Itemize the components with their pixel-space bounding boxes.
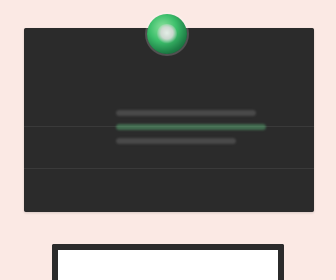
avatar-icon [147, 14, 187, 54]
card-text-line-accent [116, 124, 266, 130]
card-divider-bottom [24, 168, 314, 169]
card-subheading [24, 28, 25, 29]
card-text-line [116, 110, 256, 116]
card-text-line [116, 138, 236, 144]
card-heading [24, 28, 25, 29]
avatar-glyph [157, 24, 177, 44]
bottom-panel [52, 244, 284, 280]
card-text-block [116, 106, 276, 152]
dark-card [24, 28, 314, 212]
